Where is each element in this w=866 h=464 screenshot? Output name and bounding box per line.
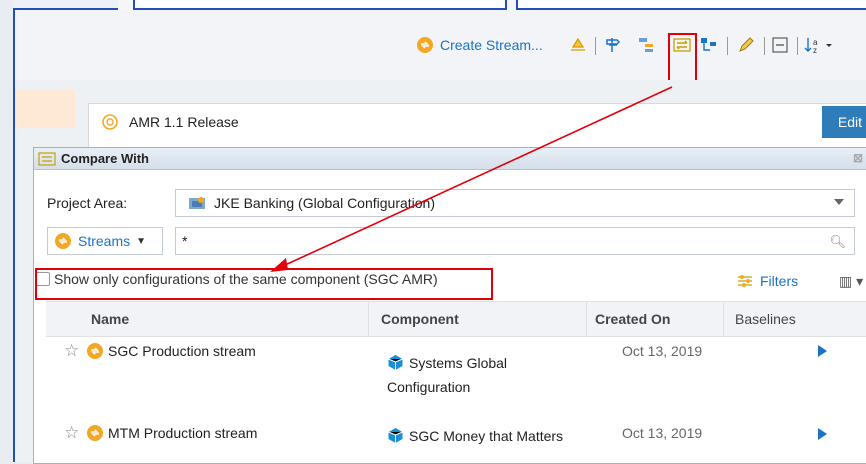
annotation-arrow [270,86,673,272]
